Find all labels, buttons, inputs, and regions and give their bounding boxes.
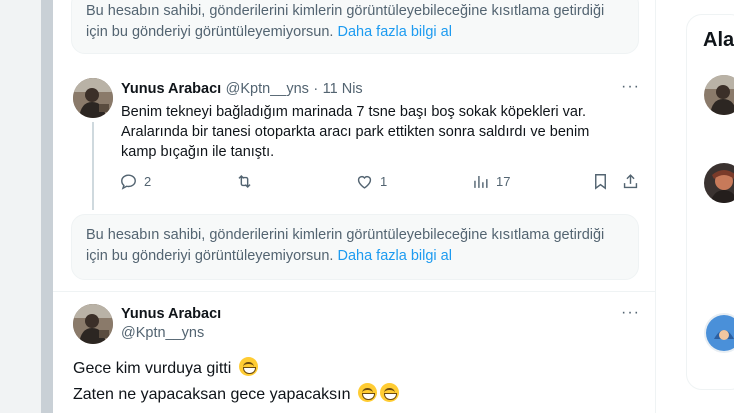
tweet-text-line: Gece kim vurduya gitti <box>73 356 399 382</box>
tweet-text-line-2: Zaten ne yapacaksan gece yapacaksın <box>73 386 351 403</box>
reply-count: 2 <box>144 174 152 189</box>
avatar[interactable] <box>73 304 113 344</box>
user-handle[interactable]: @Kptn__yns <box>121 325 221 341</box>
tweet-actions: 2 1 17 <box>119 172 639 194</box>
timeline: Bu hesabın sahibi, gönderilerini kimleri… <box>53 0 656 413</box>
suggested-avatar[interactable] <box>704 313 734 353</box>
learn-more-link[interactable]: Daha fazla bilgi al <box>337 248 451 264</box>
tweet-date[interactable]: 11 Nis <box>323 81 363 97</box>
share-button[interactable] <box>621 172 646 191</box>
tweet-header: Yunus Arabacı @Kptn__yns · 11 Nis <box>121 80 363 98</box>
scroll-strip <box>41 0 53 413</box>
tweet-text-line: Zaten ne yapacaksan gece yapacaksın <box>73 382 399 408</box>
bookmark-button[interactable] <box>591 172 616 191</box>
suggested-avatar[interactable] <box>704 163 734 203</box>
tweet-text: Benim tekneyi bağladığım marinada 7 tsne… <box>121 102 641 162</box>
like-icon <box>357 175 372 189</box>
views-icon <box>474 175 488 188</box>
more-options-icon[interactable]: ··· <box>621 304 640 322</box>
restricted-notice: Bu hesabın sahibi, gönderilerini kimleri… <box>71 0 639 54</box>
grinning-emoji <box>379 383 399 402</box>
share-icon <box>623 174 638 189</box>
more-options-icon[interactable]: ··· <box>621 78 640 96</box>
reply-button[interactable]: 2 <box>119 172 151 191</box>
grinning-emoji <box>238 357 258 376</box>
right-panel: Ala <box>686 14 734 390</box>
like-count: 1 <box>380 174 388 189</box>
tweet-header: Yunus Arabacı @Kptn__yns <box>121 306 221 341</box>
retweet-button[interactable] <box>235 172 260 191</box>
avatar[interactable] <box>73 78 113 118</box>
tweet-text-line-1: Gece kim vurduya gitti <box>73 360 232 377</box>
user-handle[interactable]: @Kptn__yns <box>226 81 309 97</box>
divider <box>53 291 656 292</box>
separator: · <box>313 81 319 97</box>
display-name[interactable]: Yunus Arabacı <box>121 81 221 97</box>
suggested-avatar[interactable] <box>704 75 734 115</box>
tweet-text: Gece kim vurduya gitti Zaten ne yapacaks… <box>73 356 399 408</box>
grinning-emoji <box>357 383 377 402</box>
learn-more-link[interactable]: Daha fazla bilgi al <box>337 24 451 40</box>
like-button[interactable]: 1 <box>355 172 387 191</box>
reply-icon <box>121 174 136 190</box>
tweet-text-line: Aralarında bir tanesi otoparkta aracı pa… <box>121 124 590 140</box>
left-rail <box>0 0 53 413</box>
views-count: 17 <box>496 174 511 189</box>
thread-connector <box>92 122 94 210</box>
tweet-text-line: Benim tekneyi bağladığım marinada 7 tsne… <box>121 104 587 120</box>
bookmark-icon <box>595 174 606 190</box>
restricted-notice: Bu hesabın sahibi, gönderilerini kimleri… <box>71 214 639 280</box>
display-name[interactable]: Yunus Arabacı <box>121 306 221 322</box>
views-button[interactable]: 17 <box>471 172 510 191</box>
panel-title: Ala <box>703 29 734 51</box>
tweet-text-line: kamp bıçağın ile tanıştı. <box>121 144 275 160</box>
retweet-icon <box>238 174 251 189</box>
